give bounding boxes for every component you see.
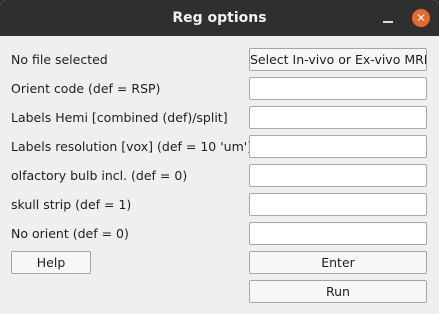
minimize-icon[interactable] <box>381 11 395 25</box>
window-title: Reg options <box>172 10 267 26</box>
orient-code-field[interactable] <box>249 77 427 100</box>
close-icon[interactable]: ✕ <box>412 9 430 27</box>
help-button[interactable]: Help <box>11 251 91 274</box>
skull-strip-field[interactable] <box>249 193 427 216</box>
enter-button[interactable]: Enter <box>249 251 427 274</box>
dialog-window: Reg options ✕ No file selected Select In… <box>0 0 439 314</box>
no-orient-field[interactable] <box>249 222 427 245</box>
olfactory-bulb-label: olfactory bulb incl. (def = 0) <box>11 168 188 183</box>
labels-resolution-field[interactable] <box>249 135 427 158</box>
select-mri-button[interactable]: Select In-vivo or Ex-vivo MRI <box>249 48 427 71</box>
labels-hemi-field[interactable] <box>249 106 427 129</box>
labels-resolution-label: Labels resolution [vox] (def = 10 'um') <box>11 139 253 154</box>
title-bar[interactable]: Reg options ✕ <box>0 0 439 36</box>
orient-code-label: Orient code (def = RSP) <box>11 81 161 96</box>
olfactory-bulb-field[interactable] <box>249 164 427 187</box>
file-status-label: No file selected <box>11 52 108 67</box>
run-button[interactable]: Run <box>249 280 427 303</box>
skull-strip-label: skull strip (def = 1) <box>11 197 132 212</box>
no-orient-label: No orient (def = 0) <box>11 226 129 241</box>
labels-hemi-label: Labels Hemi [combined (def)/split] <box>11 110 228 125</box>
